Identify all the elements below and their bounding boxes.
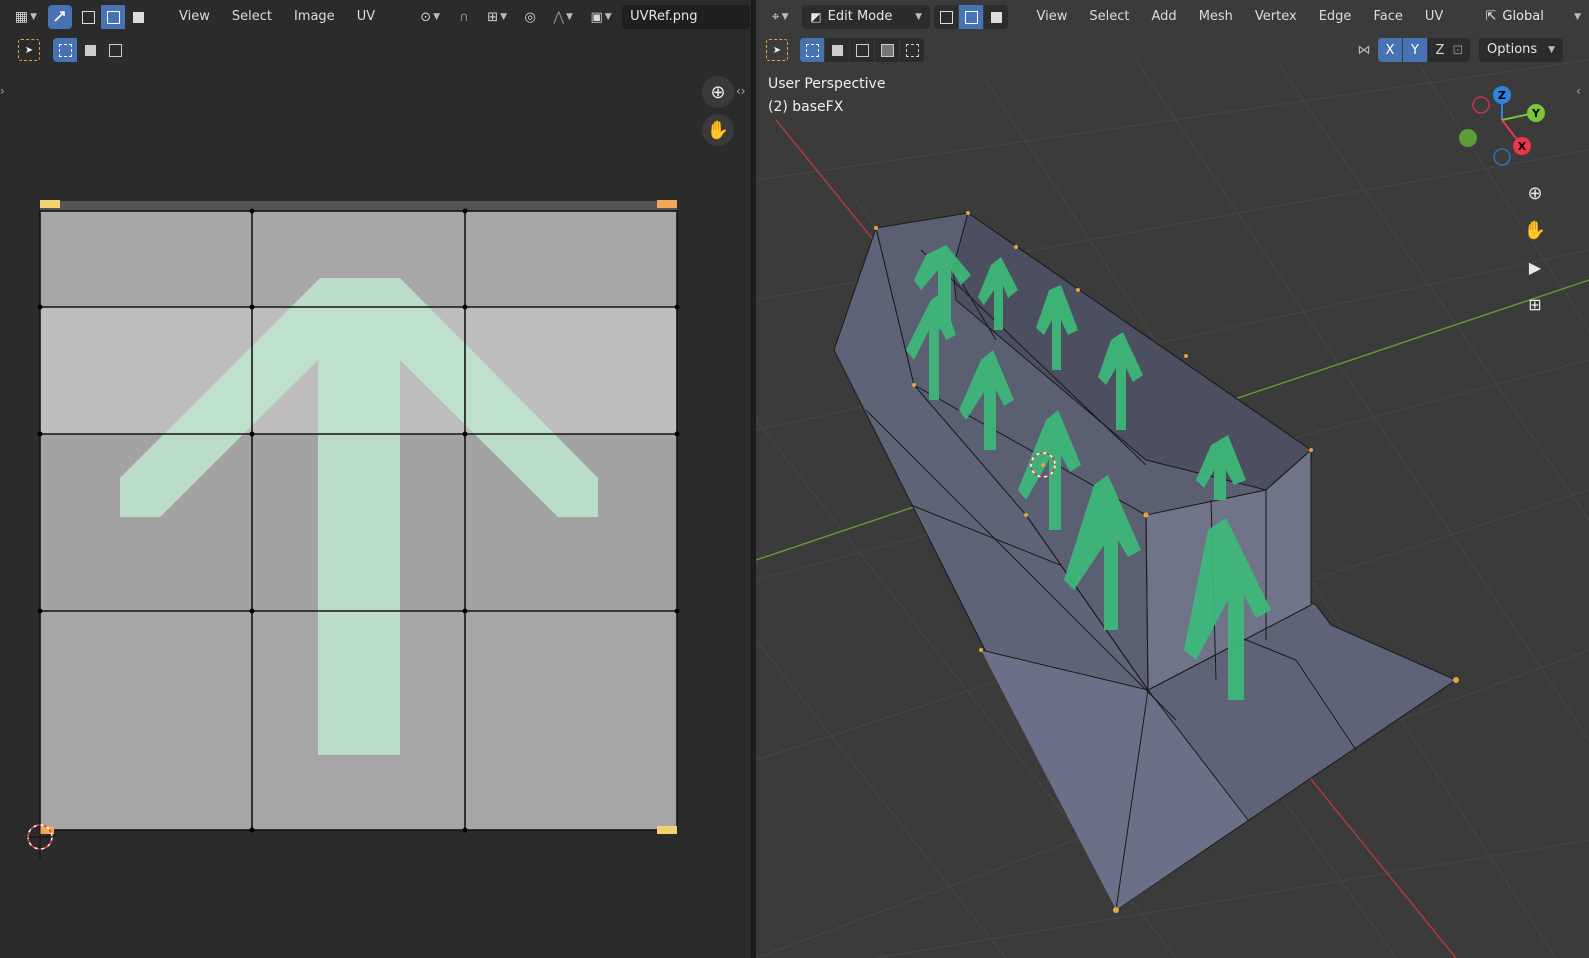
- select-intersect-button[interactable]: [900, 38, 924, 62]
- gizmo-neg-z[interactable]: [1493, 148, 1511, 166]
- select-extend-button[interactable]: [825, 38, 849, 62]
- butterfly-icon: ⋈: [1357, 42, 1371, 58]
- orientation-dropdown[interactable]: ⇱ Global ▼: [1477, 5, 1589, 29]
- select-mode-group: [934, 5, 1009, 29]
- hand-pan-icon: ✋: [1523, 219, 1547, 241]
- menu-mesh[interactable]: Mesh: [1190, 5, 1242, 29]
- perspective-toggle-button[interactable]: ⊞: [1519, 288, 1551, 320]
- sidebar-toggle[interactable]: ‹: [1576, 84, 1581, 98]
- menu-vertex[interactable]: Vertex: [1246, 5, 1306, 29]
- grid-view-icon: ⊞: [1528, 294, 1542, 314]
- mirror-toggle[interactable]: ⋈: [1352, 38, 1376, 62]
- menu-face[interactable]: Face: [1364, 5, 1411, 29]
- invert-icon: [880, 43, 894, 57]
- select-invert-button[interactable]: [875, 38, 899, 62]
- viewport-header: ⌖ ▼ ◩ Edit Mode ▼ View Select Add Mesh Ve…: [756, 0, 1589, 34]
- orientation-icon: ⇱: [1485, 9, 1497, 24]
- face-select-button[interactable]: [984, 5, 1009, 29]
- mirror-axes-group: X Y Z: [1378, 38, 1452, 62]
- box-select-icon: [805, 43, 819, 57]
- mirror-y-button[interactable]: Y: [1403, 38, 1427, 62]
- select-subtract-button[interactable]: [850, 38, 874, 62]
- options-label: Options: [1487, 42, 1538, 57]
- 3d-viewport-icon: ⌖: [771, 9, 780, 25]
- intersect-icon: [905, 43, 919, 57]
- zoom-icon: ⊕: [1527, 182, 1543, 204]
- auto-merge-icon: ⊡: [1452, 42, 1464, 58]
- face-select-icon: [990, 11, 1002, 23]
- viewport-zoom-button[interactable]: ⊕: [1519, 177, 1551, 209]
- select-tool-button[interactable]: ➤: [766, 39, 788, 61]
- mode-label: Edit Mode: [827, 9, 893, 24]
- view-name: User Perspective: [768, 76, 886, 92]
- subtract-icon: [855, 43, 869, 57]
- menu-edge[interactable]: Edge: [1310, 5, 1361, 29]
- select-new-button[interactable]: [800, 38, 824, 62]
- menu-uv[interactable]: UV: [1416, 5, 1452, 29]
- options-dropdown[interactable]: Options ▼: [1479, 38, 1563, 62]
- extend-icon: [831, 44, 843, 56]
- uv-canvas[interactable]: [0, 0, 751, 958]
- uv-editor-pane[interactable]: ▦ ▼ View Select Image UV ⊙ ▼ ∩ ⊞ ▼ ◎ ⋀ ▼ ▣ ▼ …: [0, 0, 752, 958]
- camera-icon: ▶: [1528, 257, 1542, 277]
- viewport-pane[interactable]: ⌖ ▼ ◩ Edit Mode ▼ View Select Add Mesh Ve…: [756, 0, 1589, 958]
- selection-mode-group: [800, 38, 924, 62]
- gizmo-neg-x[interactable]: [1472, 96, 1490, 114]
- gizmo-neg-y[interactable]: [1459, 129, 1477, 147]
- auto-merge-button[interactable]: ⊡: [1446, 38, 1470, 62]
- vertex-select-icon: [939, 10, 953, 24]
- edge-select-icon: [964, 10, 978, 24]
- editor-type-button[interactable]: ⌖ ▼: [762, 5, 798, 29]
- orientation-label: Global: [1502, 9, 1544, 24]
- edge-select-button[interactable]: [959, 5, 984, 29]
- menu-select[interactable]: Select: [1080, 5, 1138, 29]
- edit-mode-icon: ◩: [810, 10, 822, 24]
- cursor-arrow-icon: ➤: [772, 44, 782, 56]
- gizmo-z-label: Z: [1498, 89, 1506, 102]
- object-name: (2) baseFX: [768, 99, 844, 115]
- viewport-tool-row: ➤ ⋈ X Y Z ⊡ Options ▼: [756, 34, 1589, 66]
- vertex-select-button[interactable]: [934, 5, 959, 29]
- navigation-gizmo[interactable]: Z Y X: [1456, 80, 1552, 170]
- menu-view[interactable]: View: [1028, 5, 1077, 29]
- uv-image-border: [40, 201, 677, 211]
- menu-add[interactable]: Add: [1143, 5, 1186, 29]
- mirror-x-button[interactable]: X: [1378, 38, 1402, 62]
- camera-view-button[interactable]: ▶: [1519, 251, 1551, 283]
- mode-dropdown[interactable]: ◩ Edit Mode ▼: [802, 5, 931, 29]
- gizmo-y-label: Y: [1531, 107, 1541, 120]
- gizmo-x-label: X: [1518, 140, 1527, 153]
- viewport-pan-button[interactable]: ✋: [1519, 214, 1551, 246]
